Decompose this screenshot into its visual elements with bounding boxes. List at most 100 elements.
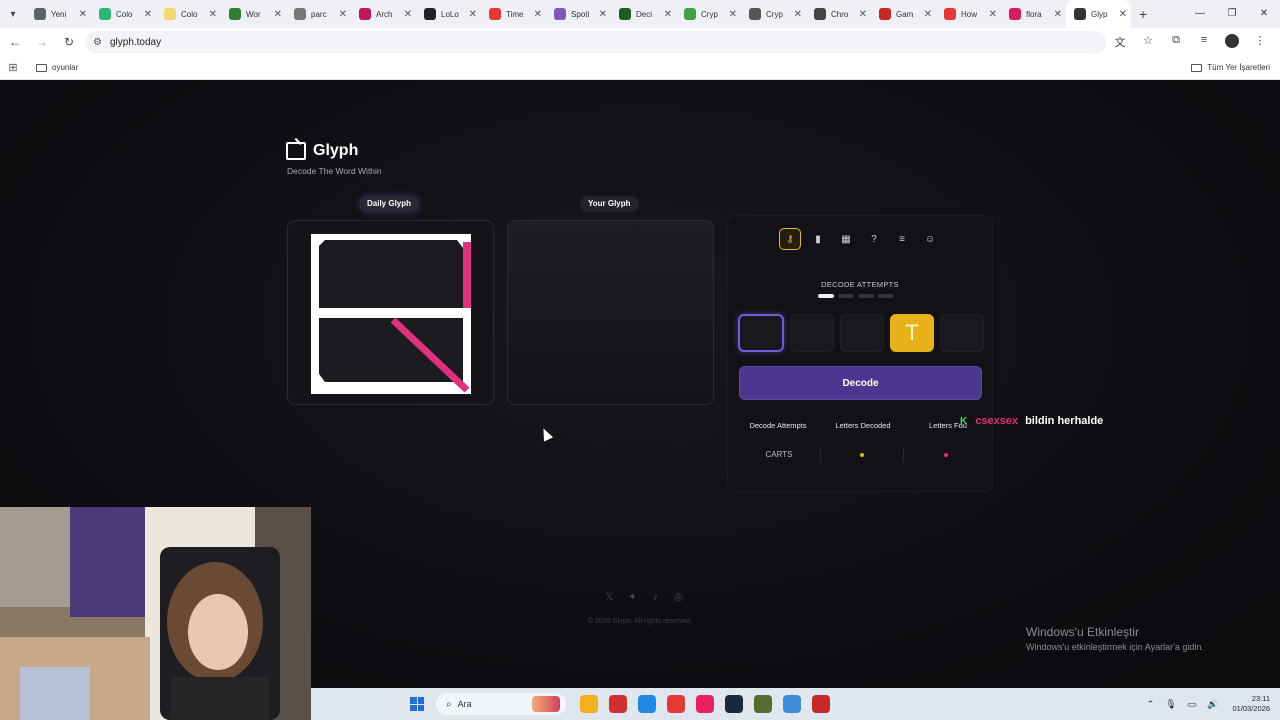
apps-grid-icon[interactable]: ⊞ (0, 61, 26, 74)
tab-label: Colo (181, 9, 198, 19)
tab-close-icon[interactable]: ✕ (729, 9, 737, 20)
taskbar-app-icon[interactable] (637, 695, 656, 713)
tray-chevron-icon[interactable]: ⌃ (1147, 699, 1155, 710)
user-icon[interactable]: ☺ (919, 228, 941, 250)
x-icon[interactable]: 𝕏 (598, 592, 621, 603)
browser-tab[interactable]: Chro ✕ (806, 0, 871, 28)
volume-icon[interactable]: 🔊 (1207, 699, 1218, 710)
bluesky-icon[interactable]: ✦ (621, 592, 644, 603)
decode-button[interactable]: Decode (739, 366, 982, 400)
tab-close-icon[interactable]: ✕ (534, 9, 542, 20)
tab-favicon-icon (619, 8, 631, 20)
browser-tab[interactable]: Gam ✕ (871, 0, 936, 28)
browser-tab[interactable]: Cryp ✕ (741, 0, 806, 28)
taskbar-apps (574, 695, 835, 713)
site-info-icon[interactable]: ⚙ (93, 37, 102, 48)
close-window-icon[interactable]: ✕ (1248, 0, 1280, 28)
menu-icon[interactable]: ≡ (891, 228, 913, 250)
menu-kebab-icon[interactable]: ⋮ (1246, 34, 1274, 50)
tab-close-icon[interactable]: ✕ (989, 9, 997, 20)
letter-slot[interactable] (840, 314, 884, 352)
profile-avatar[interactable] (1218, 34, 1246, 50)
extensions-icon[interactable]: ⧉ (1162, 34, 1190, 50)
browser-tab[interactable]: Wor ✕ (221, 0, 286, 28)
instagram-icon[interactable]: ◎ (667, 592, 690, 603)
new-tab-button[interactable]: + (1139, 6, 1147, 22)
tab-favicon-icon (294, 8, 306, 20)
url-text: glyph.today (109, 36, 162, 48)
tab-close-icon[interactable]: ✕ (924, 9, 932, 20)
browser-tab[interactable]: Spoti ✕ (546, 0, 611, 28)
browser-tab[interactable]: Cryp ✕ (676, 0, 741, 28)
tab-favicon-icon (164, 8, 176, 20)
letter-slot[interactable] (738, 314, 784, 352)
browser-tab[interactable]: LoLo ✕ (416, 0, 481, 28)
browser-tab[interactable]: Arch ✕ (351, 0, 416, 28)
tab-close-icon[interactable]: ✕ (859, 9, 867, 20)
tab-close-icon[interactable]: ✕ (144, 9, 152, 20)
bookmark-folder-oyunlar[interactable]: oyunlar (36, 63, 78, 72)
browser-tab[interactable]: Colo ✕ (91, 0, 156, 28)
tab-search-chevron-icon[interactable]: ▾ (0, 9, 26, 20)
all-bookmarks-button[interactable]: Tüm Yer İşaretleri (1191, 63, 1270, 72)
taskbar-app-icon[interactable] (608, 695, 627, 713)
panel-toolbar: ⚷ ▮ ▦ ? ≡ ☺ (779, 228, 947, 250)
activation-heading: Windows'u Etkinleştir (1026, 625, 1139, 639)
tab-close-icon[interactable]: ✕ (469, 9, 477, 20)
taskbar-clock[interactable]: 23:11 01/03/2026 (1232, 694, 1270, 714)
network-icon[interactable]: ▭ (1188, 699, 1197, 710)
tab-close-icon[interactable]: ✕ (1119, 9, 1127, 20)
taskbar-app-icon[interactable] (666, 695, 685, 713)
windows-start-icon[interactable] (410, 697, 424, 711)
letter-slot[interactable]: T (890, 314, 934, 352)
url-field[interactable]: ⚙ glyph.today (85, 31, 1106, 53)
tiktok-icon[interactable]: ♪ (644, 592, 667, 603)
taskbar-app-icon[interactable] (782, 695, 801, 713)
site-logo[interactable]: Glyph (286, 142, 358, 160)
tab-favicon-icon (879, 8, 891, 20)
tab-close-icon[interactable]: ✕ (664, 9, 672, 20)
stats-icon[interactable]: ▮ (807, 228, 829, 250)
browser-tab[interactable]: parc ✕ (286, 0, 351, 28)
browser-tab[interactable]: Colo ✕ (156, 0, 221, 28)
letter-slot[interactable] (940, 314, 984, 352)
reload-icon[interactable]: ↻ (57, 35, 81, 49)
browser-tab[interactable]: How ✕ (936, 0, 1001, 28)
translate-icon[interactable]: 文 (1106, 34, 1134, 50)
taskbar-app-icon[interactable] (724, 695, 743, 713)
microphone-icon[interactable]: 🎙 (1165, 699, 1176, 710)
forward-icon[interactable]: → (30, 35, 54, 49)
taskbar-app-icon[interactable] (753, 695, 772, 713)
taskbar-search[interactable]: ⌕ Ara (436, 693, 566, 715)
tab-close-icon[interactable]: ✕ (599, 9, 607, 20)
key-icon[interactable]: ⚷ (779, 228, 801, 250)
stats-row: CARTS (738, 448, 988, 462)
taskbar-app-icon[interactable] (811, 695, 830, 713)
tab-close-icon[interactable]: ✕ (404, 9, 412, 20)
calendar-icon[interactable]: ▦ (835, 228, 857, 250)
tab-close-icon[interactable]: ✕ (274, 9, 282, 20)
help-icon[interactable]: ? (863, 228, 885, 250)
address-bar-row: ← → ↻ ⚙ glyph.today 文 ☆ ⧉ ≡ ⋮ (0, 28, 1280, 56)
back-icon[interactable]: ← (3, 35, 27, 49)
tab-close-icon[interactable]: ✕ (209, 9, 217, 20)
maximize-icon[interactable]: ❐ (1216, 0, 1248, 28)
browser-tab[interactable]: Deci ✕ (611, 0, 676, 28)
minimize-icon[interactable]: — (1184, 0, 1216, 28)
taskbar-app-icon[interactable] (579, 695, 598, 713)
letter-slot[interactable] (790, 314, 834, 352)
browser-tab[interactable]: Glyp ✕ (1066, 0, 1131, 28)
browser-tab[interactable]: Yeni ✕ (26, 0, 91, 28)
taskbar-app-icon[interactable] (695, 695, 714, 713)
tab-close-icon[interactable]: ✕ (79, 9, 87, 20)
tab-close-icon[interactable]: ✕ (339, 9, 347, 20)
kick-logo: K (960, 415, 968, 427)
tab-close-icon[interactable]: ✕ (1054, 9, 1062, 20)
clock-time: 23:11 (1251, 694, 1270, 703)
tab-close-icon[interactable]: ✕ (794, 9, 802, 20)
media-icon[interactable]: ≡ (1190, 34, 1218, 50)
glyph-logo-icon (286, 142, 306, 160)
browser-tab[interactable]: flora ✕ (1001, 0, 1066, 28)
browser-tab[interactable]: Time ✕ (481, 0, 546, 28)
bookmark-star-icon[interactable]: ☆ (1134, 34, 1162, 50)
